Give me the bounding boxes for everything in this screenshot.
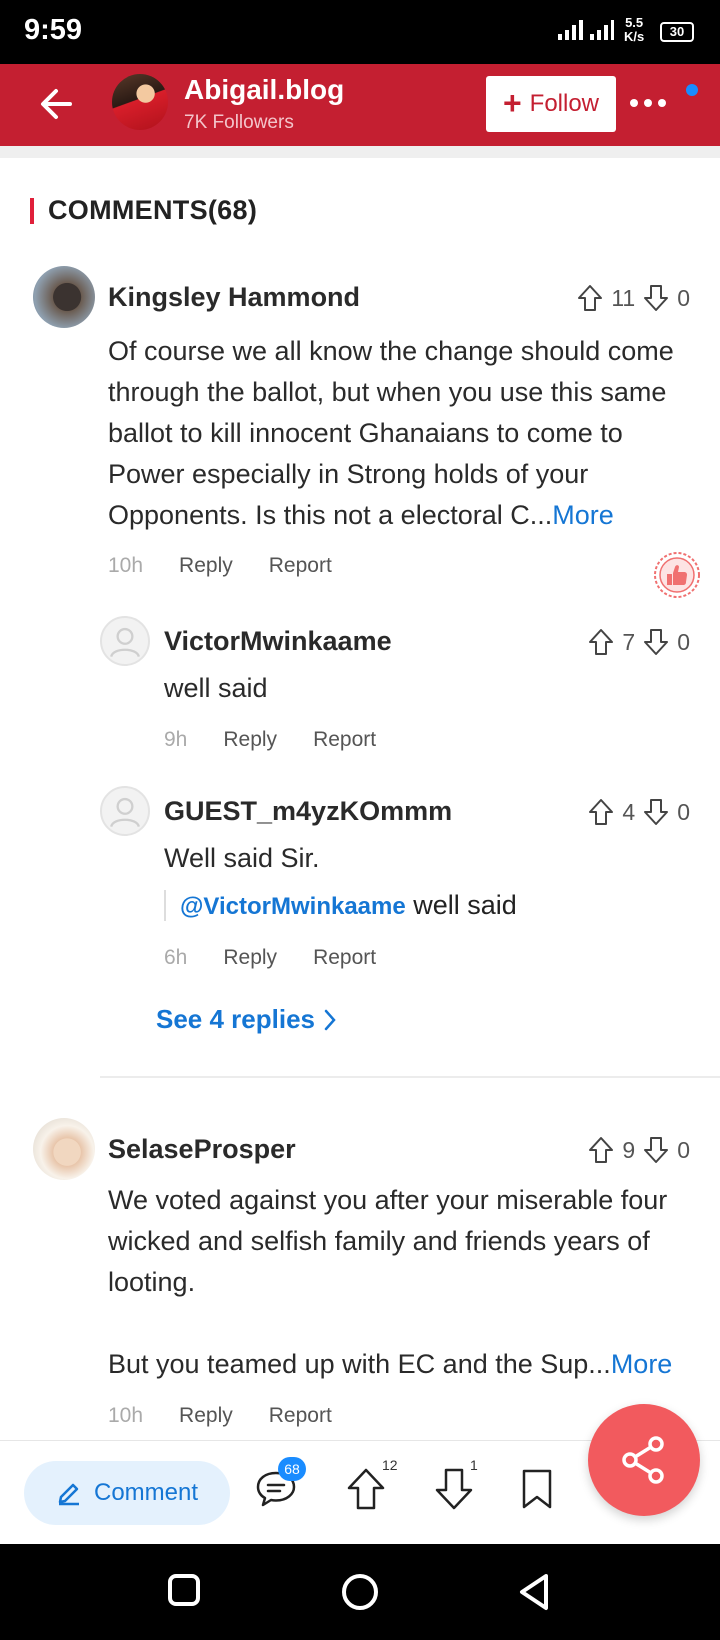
pencil-icon (58, 1483, 79, 1506)
reply-text: well said (164, 673, 268, 703)
liked-badge-icon (652, 550, 702, 600)
write-comment-button[interactable]: Comment (24, 1461, 230, 1525)
upvote-count: 7 (622, 628, 636, 655)
downvote-icon[interactable] (643, 628, 669, 656)
network-speed: 5.5 K/s (624, 15, 645, 44)
reply-button[interactable]: Reply (223, 728, 277, 752)
comment-author[interactable]: SelaseProsper (108, 1134, 296, 1165)
chevron-right-icon (324, 1009, 336, 1030)
avatar[interactable] (100, 786, 150, 836)
report-button[interactable]: Report (269, 1404, 332, 1428)
avatar[interactable] (33, 1118, 95, 1180)
avatar[interactable] (100, 616, 150, 666)
comment-meta: 10h Reply Report (108, 1404, 332, 1428)
upvote-count: 11 (611, 284, 636, 311)
downvote-icon[interactable] (643, 1136, 669, 1164)
downvote-icon[interactable] (643, 284, 669, 312)
back-icon[interactable] (516, 1572, 552, 1617)
share-button[interactable] (588, 1404, 700, 1516)
quote-text: well said (405, 890, 517, 920)
comment-votes: 9 0 (588, 1136, 690, 1164)
reply-time: 9h (164, 728, 188, 751)
plus-icon: + (502, 84, 522, 121)
comment-text: We voted against you after your miserabl… (108, 1185, 668, 1297)
bookmark-icon[interactable] (520, 1467, 554, 1516)
reply-meta: 9h Reply Report (164, 728, 376, 752)
comment-text-continued: But you teamed up with EC and the Sup...… (108, 1349, 673, 1379)
report-button[interactable]: Report (269, 554, 332, 578)
upvote-icon[interactable] (588, 798, 614, 826)
follow-label: Follow (529, 90, 600, 117)
title-accent-bar (30, 197, 34, 224)
report-button[interactable]: Report (313, 728, 376, 752)
comment-votes: 11 0 (577, 284, 690, 312)
downvote-icon[interactable] (434, 1467, 474, 1516)
downvote-count: 0 (677, 798, 690, 825)
mention-link[interactable]: @VictorMwinkaame (180, 893, 406, 920)
comment-time: 10h (108, 1404, 144, 1427)
upvote-icon[interactable] (588, 1136, 614, 1164)
see-replies-link[interactable]: See 4 replies (156, 1004, 337, 1035)
avatar[interactable] (33, 266, 95, 328)
recents-icon[interactable] (166, 1572, 202, 1613)
home-icon[interactable] (340, 1572, 380, 1617)
blog-name[interactable]: Abigail.blog (184, 74, 344, 106)
upvote-icon[interactable] (577, 284, 603, 312)
quoted-reply: @VictorMwinkaame well said (164, 890, 517, 921)
upvote-icon[interactable] (346, 1467, 386, 1516)
header-divider (0, 146, 720, 158)
upvote-count: 4 (622, 798, 636, 825)
more-options-icon[interactable] (630, 88, 674, 118)
reply-text: Well said Sir. (164, 843, 320, 873)
back-arrow-icon[interactable] (36, 84, 76, 124)
upvote-icon[interactable] (588, 628, 614, 656)
reply-button[interactable]: Reply (179, 554, 233, 578)
signal-icon (558, 18, 614, 42)
upvote-count: 9 (622, 1136, 636, 1163)
reply-author[interactable]: GUEST_m4yzKOmmm (164, 796, 452, 827)
downvote-count: 0 (677, 284, 690, 311)
downvote-total: 1 (470, 1457, 478, 1473)
downvote-count: 0 (677, 1136, 690, 1163)
comment-meta: 10h Reply Report (108, 554, 332, 578)
notification-dot (686, 84, 698, 96)
followers-count: 7K Followers (184, 112, 294, 133)
blog-header: Abigail.blog 7K Followers + Follow (0, 64, 720, 146)
more-link[interactable]: More (611, 1349, 673, 1379)
upvote-total: 12 (382, 1457, 398, 1473)
comment-author[interactable]: Kingsley Hammond (108, 282, 360, 313)
battery-icon: 30 (660, 22, 694, 42)
comments-count-badge: 68 (278, 1457, 306, 1481)
comment-time: 10h (108, 554, 144, 577)
follow-button[interactable]: + Follow (486, 76, 616, 132)
comments-section-title: COMMENTS(68) (30, 195, 257, 226)
reply-button[interactable]: Reply (179, 1404, 233, 1428)
system-nav-bar (0, 1544, 720, 1640)
comment-separator (100, 1076, 720, 1078)
reply-meta: 6h Reply Report (164, 946, 376, 970)
reply-votes: 4 0 (588, 798, 690, 826)
reply-time: 6h (164, 946, 188, 969)
status-time: 9:59 (24, 14, 83, 46)
reply-votes: 7 0 (588, 628, 690, 656)
reply-author[interactable]: VictorMwinkaame (164, 626, 392, 657)
share-icon (622, 1436, 664, 1484)
blog-avatar[interactable] (112, 74, 168, 130)
report-button[interactable]: Report (313, 946, 376, 970)
more-link[interactable]: More (552, 500, 614, 530)
reply-button[interactable]: Reply (223, 946, 277, 970)
status-bar: 9:59 5.5 K/s 30 (0, 0, 720, 64)
comment-text: Of course we all know the change should … (108, 336, 674, 530)
downvote-count: 0 (677, 628, 690, 655)
downvote-icon[interactable] (643, 798, 669, 826)
